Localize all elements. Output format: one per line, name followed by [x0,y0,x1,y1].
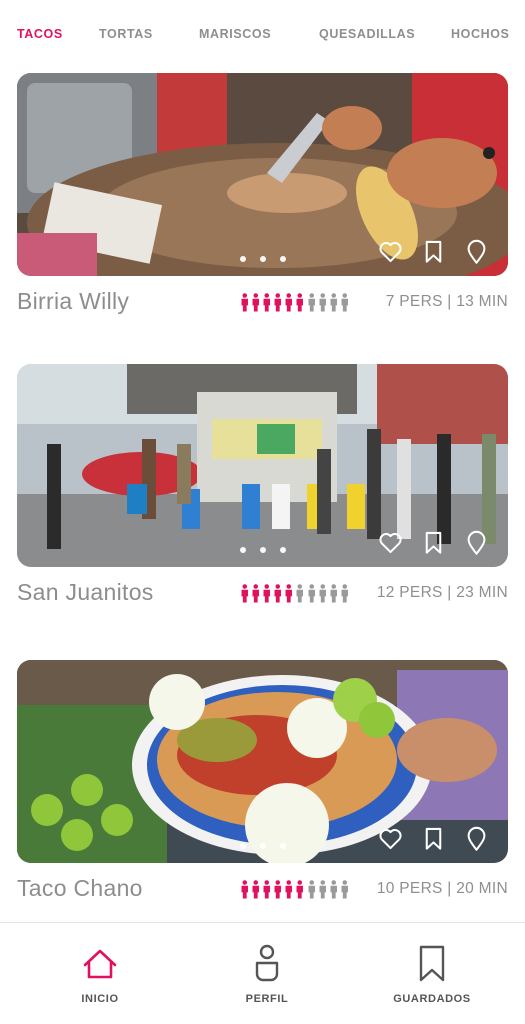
person-icon-filled [241,293,248,312]
person-icon-filled [274,293,282,312]
heart-icon[interactable] [377,238,404,265]
person-icon-filled [263,880,271,899]
nav-inicio[interactable]: INICIO [45,943,155,1005]
place-photo-taco-chano[interactable] [17,660,508,863]
bookmark-icon [419,945,445,982]
person-icon-empty [341,880,348,899]
place-name[interactable]: Taco Chano [17,875,143,902]
person-icon-filled [274,584,282,603]
person-icon-filled [296,293,304,312]
tab-mariscos[interactable]: MARISCOS [199,27,271,41]
person-icon-filled [241,584,248,603]
bookmark-icon[interactable] [420,529,447,556]
carousel-dot[interactable] [239,256,246,262]
person-icon-empty [330,293,337,312]
place-name[interactable]: San Juanitos [17,579,154,606]
home-icon [83,949,117,979]
person-icon-empty [308,584,315,603]
place-name[interactable]: Birria Willy [17,288,129,315]
wait-stats: 12 PERS | 23 MIN [376,584,508,601]
card-actions [377,529,490,556]
nav-perfil[interactable]: PERFIL [212,943,322,1005]
person-icon-filled [274,880,282,899]
wait-stats: 10 PERS | 20 MIN [376,880,508,897]
person-icon-empty [319,880,326,899]
person-icon-empty [341,293,348,312]
person-icon-filled [252,584,260,603]
crowd-meter [240,584,349,603]
heart-icon[interactable] [377,825,404,852]
person-icon-filled [252,880,260,899]
person-icon-filled [285,293,293,312]
place-photo-birria[interactable] [17,73,508,276]
nav-guardados[interactable]: GUARDADOS [377,943,487,1005]
crowd-meter [240,880,349,899]
person-icon-filled [296,880,304,899]
place-card[interactable]: Taco Chano 10 PERS | 20 MIN [17,660,508,913]
place-info: Taco Chano 10 PERS | 20 MIN [17,863,508,913]
carousel-dot[interactable] [279,256,286,262]
place-card[interactable]: San Juanitos 12 PERS | 23 MIN [17,364,508,617]
carousel-dot[interactable] [279,843,286,849]
crowd-meter [240,293,349,312]
nav-label: PERFIL [245,993,289,1005]
location-pin-icon[interactable] [463,529,490,556]
person-icon-filled [263,293,271,312]
place-photo-san-juanitos[interactable] [17,364,508,567]
carousel-dot[interactable] [259,843,266,849]
person-icon-empty [319,584,326,603]
person-icon-empty [341,584,348,603]
tab-quesadillas[interactable]: QUESADILLAS [319,27,415,41]
carousel-dot[interactable] [279,547,286,553]
tab-tortas[interactable]: TORTAS [99,27,153,41]
place-info: Birria Willy 7 PERS | 13 MIN [17,276,508,326]
person-icon-empty [330,880,337,899]
card-actions [377,238,490,265]
category-tabs: TACOS TORTAS MARISCOS QUESADILLAS HOCHOS [0,0,525,66]
person-icon-empty [296,584,304,603]
tab-hochos[interactable]: HOCHOS [451,27,509,41]
heart-icon[interactable] [377,529,404,556]
person-icon-empty [308,293,315,312]
person-icon-filled [252,293,260,312]
nav-label: INICIO [81,993,119,1005]
place-card[interactable]: Birria Willy 7 PERS | 13 MIN [17,73,508,326]
location-pin-icon[interactable] [463,238,490,265]
carousel-dot[interactable] [259,547,266,553]
person-icon-empty [308,880,315,899]
place-info: San Juanitos 12 PERS | 23 MIN [17,567,508,617]
carousel-dot[interactable] [239,843,246,849]
location-pin-icon[interactable] [463,825,490,852]
person-icon-empty [319,293,326,312]
profile-icon [255,944,279,982]
tab-tacos[interactable]: TACOS [17,27,63,41]
person-icon-filled [285,880,293,899]
bookmark-icon[interactable] [420,825,447,852]
carousel-dot[interactable] [259,256,266,262]
person-icon-filled [241,880,248,899]
card-actions [377,825,490,852]
bottom-nav: INICIO PERFIL GUARDADOS [0,922,525,1024]
carousel-dot[interactable] [239,547,246,553]
wait-stats: 7 PERS | 13 MIN [385,293,508,310]
nav-label: GUARDADOS [393,993,471,1005]
person-icon-filled [285,584,293,603]
person-icon-empty [330,584,337,603]
person-icon-filled [263,584,271,603]
bookmark-icon[interactable] [420,238,447,265]
